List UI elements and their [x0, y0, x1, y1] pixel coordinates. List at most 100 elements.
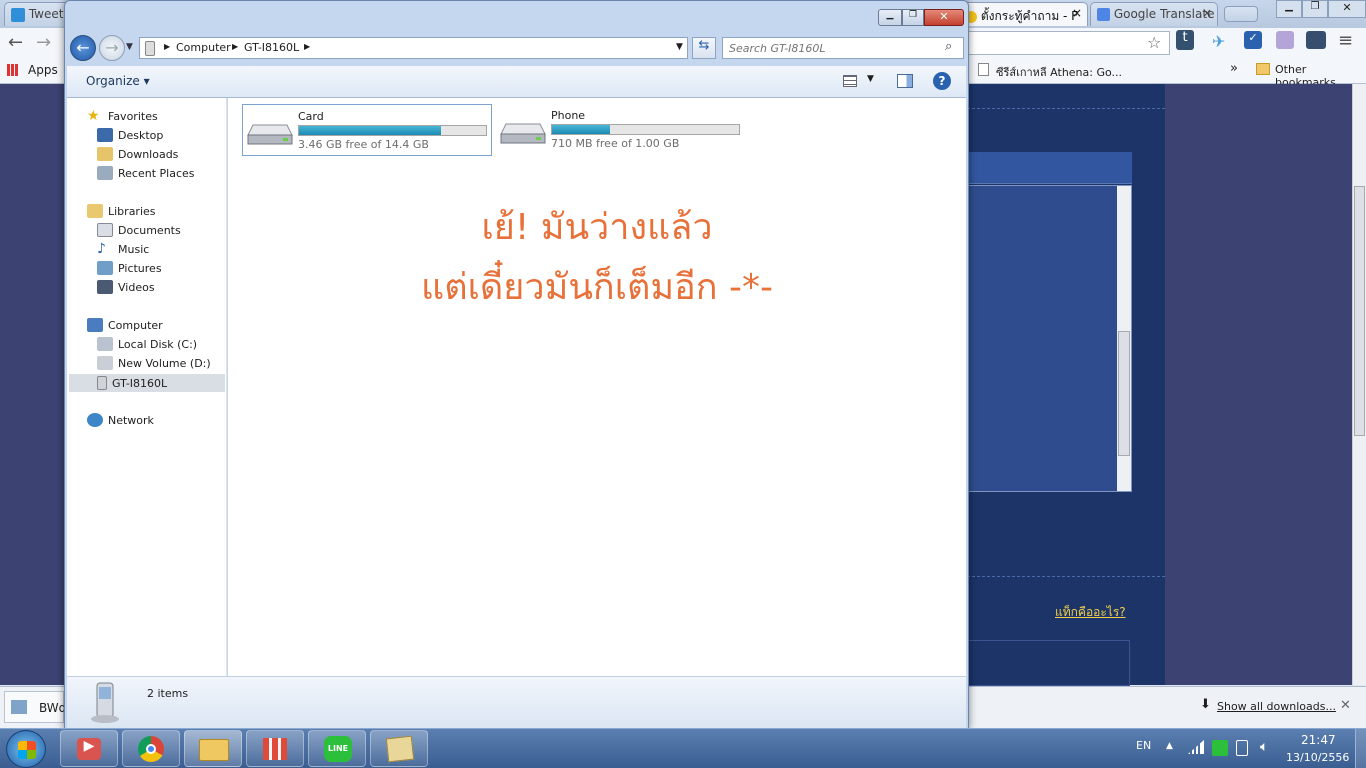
recent-pages-chevron-icon[interactable]: ▼	[126, 42, 133, 52]
nav-libraries[interactable]: Libraries	[87, 202, 156, 220]
change-view-icon[interactable]	[843, 75, 857, 87]
nav-label: Music	[118, 242, 150, 256]
start-button[interactable]	[6, 730, 46, 768]
taskbar-chrome[interactable]	[122, 730, 180, 767]
search-box[interactable]: ⌕	[722, 37, 964, 59]
explorer-back-button[interactable]: ←	[70, 35, 96, 61]
nav-new-volume[interactable]: New Volume (D:)	[97, 354, 211, 372]
bookmarks-overflow[interactable]: »	[1230, 61, 1238, 76]
language-indicator[interactable]: EN	[1136, 739, 1151, 752]
taskbar-photo-viewer[interactable]	[370, 730, 428, 767]
camera-extension-icon[interactable]	[1306, 31, 1326, 49]
apps-bookmark[interactable]: Apps	[28, 63, 58, 77]
tag-help-link[interactable]: แท็กคืออะไร?	[1055, 603, 1126, 622]
download-item[interactable]: BWd	[4, 691, 66, 723]
close-button[interactable]: ✕	[1328, 0, 1366, 18]
nav-favorites[interactable]: ★ Favorites	[87, 107, 158, 125]
phone-icon	[97, 376, 107, 390]
bookmark-star-icon[interactable]: ☆	[1147, 33, 1161, 52]
removable-drive-icon	[500, 123, 546, 144]
annotation-line-1: เย้! มันว่างแล้ว	[481, 207, 713, 248]
nav-music[interactable]: ♪ Music	[97, 240, 149, 258]
breadcrumb-chevron-icon[interactable]: ▶	[164, 42, 170, 51]
chrome-tab[interactable]: Google Translate ×	[1090, 2, 1218, 26]
omnibox[interactable]: ☆	[968, 31, 1170, 55]
scroll-thumb[interactable]	[1118, 331, 1130, 456]
details-pane: 2 items	[67, 676, 966, 728]
clock-time[interactable]: 21:47	[1301, 733, 1336, 747]
check-extension-icon[interactable]: ✓	[1244, 31, 1262, 49]
explorer-minimize-button[interactable]: ▁	[878, 9, 902, 26]
nav-label: Libraries	[108, 204, 156, 218]
page-scroll-thumb[interactable]	[1354, 186, 1365, 436]
drive-phone[interactable]: Phone 710 MB free of 1.00 GB	[496, 104, 746, 156]
nav-device[interactable]: GT-I8160L	[97, 374, 167, 392]
breadcrumb-chevron-icon[interactable]: ▶	[304, 42, 310, 51]
show-all-downloads-link[interactable]: Show all downloads...	[1217, 700, 1336, 713]
bird-extension-icon[interactable]: ✈	[1212, 32, 1232, 51]
breadcrumb-chevron-icon[interactable]: ▶	[232, 42, 238, 51]
device-tray-icon[interactable]	[1236, 740, 1248, 756]
tab-close-icon[interactable]: ×	[1072, 6, 1082, 20]
taskbar-apps[interactable]	[246, 730, 304, 767]
preview-pane-icon[interactable]	[897, 74, 913, 88]
phone-device-icon	[91, 682, 119, 723]
taskbar-media-player[interactable]: ▶	[60, 730, 118, 767]
show-desktop-button[interactable]	[1355, 729, 1366, 768]
tab-close-icon[interactable]: ×	[1202, 6, 1212, 20]
nav-computer[interactable]: Computer	[87, 316, 163, 334]
nav-label: Documents	[118, 223, 181, 237]
recent-places-icon	[97, 166, 113, 180]
back-arrow-icon[interactable]: ←	[8, 32, 23, 53]
bookmark-item[interactable]: ซีรีส์เกาหลี Athena: Go...	[996, 63, 1122, 81]
drive-card[interactable]: Card 3.46 GB free of 14.4 GB	[242, 104, 492, 156]
web-box	[967, 640, 1130, 686]
textarea-scrollbar[interactable]	[1117, 186, 1131, 491]
chrome-tab-active[interactable]: ตั้งกระทู้คำถาม - F ×	[958, 2, 1088, 26]
minimize-button[interactable]: ▁	[1276, 0, 1302, 18]
volume-icon[interactable]: 🔈︎	[1260, 739, 1268, 755]
breadcrumb-device[interactable]: GT-I8160L	[244, 41, 299, 54]
photo-viewer-icon	[385, 735, 415, 763]
help-icon[interactable]: ?	[933, 72, 951, 90]
search-icon[interactable]: ⌕	[945, 39, 952, 54]
address-dropdown-icon[interactable]: ▼	[676, 42, 683, 52]
nav-network[interactable]: Network	[87, 411, 154, 429]
menu-icon[interactable]: ≡	[1338, 30, 1353, 51]
organize-button[interactable]: Organize ▾	[86, 74, 150, 88]
green-tray-icon[interactable]	[1212, 740, 1228, 756]
show-hidden-icons-icon[interactable]: ▲	[1166, 741, 1173, 751]
nav-local-disk[interactable]: Local Disk (C:)	[97, 335, 197, 353]
divider	[967, 108, 1165, 109]
close-downloads-icon[interactable]: ✕	[1340, 698, 1351, 713]
explorer-maximize-button[interactable]: ❐	[902, 9, 924, 26]
search-input[interactable]	[729, 40, 934, 56]
apps-grid-icon	[7, 64, 19, 76]
web-textarea[interactable]	[967, 185, 1132, 492]
nav-desktop[interactable]: Desktop	[97, 126, 163, 144]
page-scrollbar[interactable]	[1352, 84, 1366, 685]
nav-videos[interactable]: Videos	[97, 278, 155, 296]
view-dropdown-icon[interactable]: ▼	[867, 74, 874, 84]
new-tab-button[interactable]	[1224, 6, 1258, 22]
refresh-button[interactable]: ⇆	[692, 37, 716, 59]
forward-arrow-icon[interactable]: →	[36, 32, 51, 53]
explorer-forward-button[interactable]: →	[99, 35, 125, 61]
explorer-command-bar: Organize ▾ ▼ ?	[67, 66, 966, 98]
annotation-line-2: แต่เดี๋ยวมันก็เต็มอีก -*-	[421, 267, 773, 308]
taskbar-line[interactable]: LINE	[308, 730, 366, 767]
documents-icon	[97, 223, 113, 237]
nav-documents[interactable]: Documents	[97, 221, 181, 239]
breadcrumb-computer[interactable]: Computer	[176, 41, 231, 54]
nav-pictures[interactable]: Pictures	[97, 259, 162, 277]
extension-icon[interactable]	[1276, 31, 1294, 49]
taskbar-explorer[interactable]	[184, 730, 242, 767]
tumblr-extension-icon[interactable]: t	[1176, 30, 1194, 50]
nav-downloads[interactable]: Downloads	[97, 145, 178, 163]
address-bar[interactable]: ▶ Computer ▶ GT-I8160L ▶ ▼	[139, 37, 688, 59]
drive-icon	[97, 337, 113, 351]
explorer-close-button[interactable]: ✕	[924, 9, 964, 26]
nav-recent-places[interactable]: Recent Places	[97, 164, 195, 182]
clock-date[interactable]: 13/10/2556	[1286, 751, 1349, 764]
restore-button[interactable]: ❐	[1302, 0, 1328, 18]
